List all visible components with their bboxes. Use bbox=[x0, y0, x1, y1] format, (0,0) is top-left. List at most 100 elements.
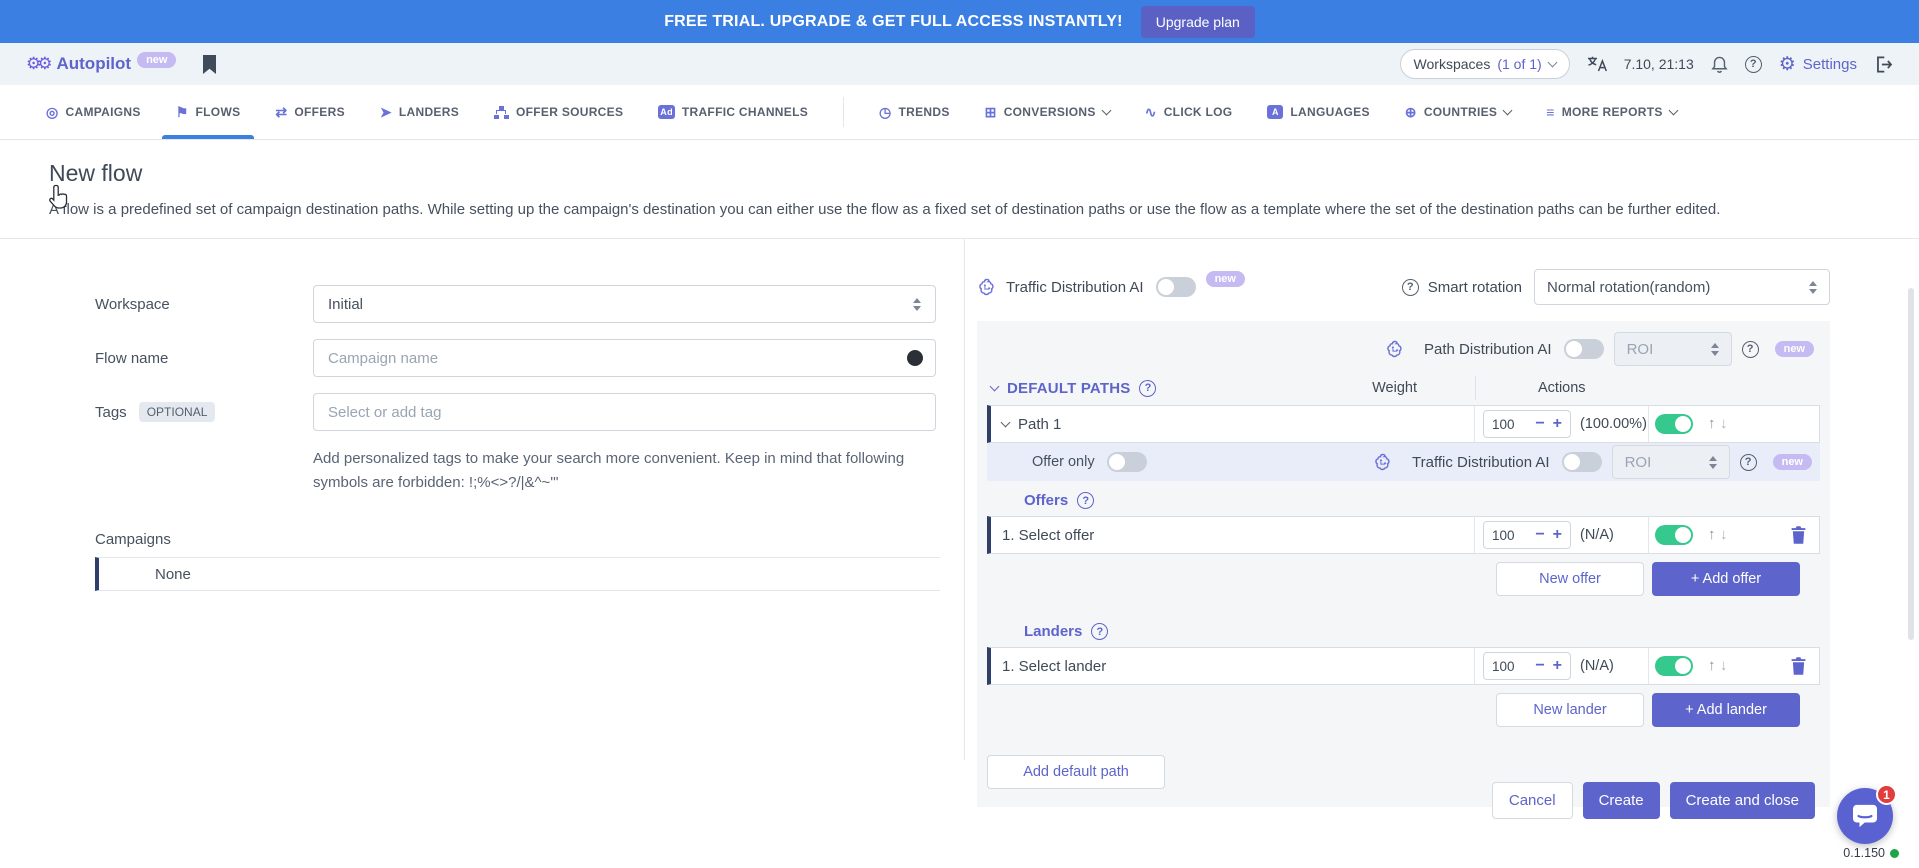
create-button[interactable]: Create bbox=[1583, 782, 1660, 819]
add-lander-button[interactable]: + Add lander bbox=[1652, 693, 1800, 727]
metric-value: ROI bbox=[1625, 454, 1652, 471]
lander-weight-percent: (N/A) bbox=[1580, 658, 1614, 674]
nav-item-countries[interactable]: ⊕ COUNTRIES bbox=[1405, 85, 1511, 139]
select-caret-icon bbox=[1709, 456, 1717, 469]
add-offer-button[interactable]: + Add offer bbox=[1652, 562, 1800, 596]
path-ai-new-badge: new bbox=[1775, 341, 1814, 357]
path-traffic-ai-metric-select[interactable]: ROI bbox=[1612, 445, 1730, 479]
move-up-icon[interactable]: ↑ bbox=[1708, 657, 1716, 674]
nav-item-conversions[interactable]: ⊞ CONVERSIONS bbox=[985, 85, 1110, 139]
offer-weight-stepper[interactable]: 100 − + bbox=[1483, 521, 1571, 549]
workspace-select[interactable]: Initial bbox=[313, 285, 936, 323]
flow-color-dot[interactable] bbox=[907, 350, 923, 366]
move-up-icon[interactable]: ↑ bbox=[1708, 526, 1716, 543]
lander-weight-cell: 100 − + (N/A) bbox=[1474, 648, 1648, 684]
traffic-channels-icon: Ad bbox=[658, 105, 675, 119]
nav-item-click-log[interactable]: ∿ CLICK LOG bbox=[1145, 85, 1233, 139]
offer-buttons-row: New offer + Add offer bbox=[987, 562, 1800, 596]
nav-label: CONVERSIONS bbox=[1004, 105, 1096, 119]
tags-label: Tags bbox=[95, 404, 127, 421]
workspaces-count: (1 of 1) bbox=[1497, 56, 1541, 72]
notifications-bell-icon[interactable] bbox=[1711, 55, 1728, 74]
offer-only-toggle[interactable] bbox=[1107, 452, 1147, 472]
chat-widget-button[interactable]: 1 bbox=[1837, 788, 1893, 844]
offer-only-label: Offer only bbox=[1032, 454, 1095, 470]
move-up-icon[interactable]: ↑ bbox=[1708, 415, 1716, 432]
nav-item-languages[interactable]: A LANGUAGES bbox=[1267, 85, 1369, 139]
chevron-down-icon bbox=[1503, 105, 1513, 115]
cancel-button[interactable]: Cancel bbox=[1492, 782, 1573, 819]
nav-item-flows[interactable]: ⚑ FLOWS bbox=[176, 85, 241, 139]
flow-name-input[interactable] bbox=[328, 350, 921, 367]
app-logo[interactable]: Autopilot bbox=[56, 54, 131, 74]
nav-item-landers[interactable]: ➤ LANDERS bbox=[380, 85, 459, 139]
weight-decrease-button[interactable]: − bbox=[1535, 416, 1544, 432]
workspaces-selector[interactable]: Workspaces (1 of 1) bbox=[1400, 49, 1570, 79]
traffic-ai-toggle[interactable] bbox=[1156, 277, 1196, 297]
settings-label[interactable]: Settings bbox=[1803, 56, 1857, 73]
collapse-chevron-icon[interactable] bbox=[990, 381, 1000, 391]
translate-icon[interactable] bbox=[1587, 56, 1607, 72]
delete-offer-trash-icon[interactable] bbox=[1791, 526, 1806, 544]
nav-item-campaigns[interactable]: ◎ CAMPAIGNS bbox=[46, 85, 141, 139]
nav-item-more-reports[interactable]: ≡ MORE REPORTS bbox=[1546, 85, 1676, 139]
help-icon[interactable]: ? bbox=[1745, 56, 1762, 73]
path-arrows: ↑ ↓ bbox=[1708, 415, 1727, 433]
traffic-ai-help-icon[interactable]: ? bbox=[1740, 454, 1757, 471]
page-description: A flow is a predefined set of campaign d… bbox=[49, 197, 1849, 222]
offer-weight-value[interactable]: 100 bbox=[1492, 528, 1527, 543]
weight-increase-button[interactable]: + bbox=[1553, 658, 1562, 674]
path-traffic-ai-toggle[interactable] bbox=[1562, 452, 1602, 472]
path-row: Path 1 100 − + (100.00%) ↑ bbox=[987, 405, 1820, 443]
delete-lander-trash-icon[interactable] bbox=[1791, 657, 1806, 675]
offers-help-icon[interactable]: ? bbox=[1077, 492, 1094, 509]
app-bar-right: Workspaces (1 of 1) 7.10, 21:13 ? ⚙ Sett… bbox=[1400, 49, 1893, 79]
default-paths-help-icon[interactable]: ? bbox=[1139, 380, 1156, 397]
weight-increase-button[interactable]: + bbox=[1553, 527, 1562, 543]
nav-item-offer-sources[interactable]: OFFER SOURCES bbox=[494, 85, 623, 139]
path-collapse-chevron-icon[interactable] bbox=[1001, 417, 1011, 427]
move-down-icon[interactable]: ↓ bbox=[1720, 526, 1728, 543]
upgrade-plan-button[interactable]: Upgrade plan bbox=[1141, 6, 1255, 38]
nav-item-trends[interactable]: ◷ TRENDS bbox=[879, 85, 950, 139]
smart-rotation-select[interactable]: Normal rotation(random) bbox=[1534, 269, 1830, 305]
move-down-icon[interactable]: ↓ bbox=[1720, 415, 1728, 432]
new-offer-button[interactable]: New offer bbox=[1496, 562, 1644, 596]
weight-decrease-button[interactable]: − bbox=[1535, 658, 1544, 674]
offer-name-cell[interactable]: 1. Select offer bbox=[991, 517, 1474, 553]
weight-increase-button[interactable]: + bbox=[1553, 416, 1562, 432]
lander-weight-value[interactable]: 100 bbox=[1492, 659, 1527, 674]
lander-enabled-toggle[interactable] bbox=[1655, 656, 1693, 676]
landers-help-icon[interactable]: ? bbox=[1091, 623, 1108, 640]
offer-enabled-toggle[interactable] bbox=[1655, 525, 1693, 545]
weight-decrease-button[interactable]: − bbox=[1535, 527, 1544, 543]
path-ai-help-icon[interactable]: ? bbox=[1742, 341, 1759, 358]
nav-item-traffic-channels[interactable]: Ad TRAFFIC CHANNELS bbox=[658, 85, 808, 139]
path-weight-stepper[interactable]: 100 − + bbox=[1483, 410, 1571, 438]
nav-item-offers[interactable]: ⇄ OFFERS bbox=[275, 85, 345, 139]
path-enabled-toggle[interactable] bbox=[1655, 414, 1693, 434]
settings-gear-icon[interactable]: ⚙ bbox=[1779, 53, 1796, 76]
lander-name-cell[interactable]: 1. Select lander bbox=[991, 648, 1474, 684]
create-and-close-button[interactable]: Create and close bbox=[1670, 782, 1815, 819]
page-title: New flow bbox=[49, 160, 1919, 187]
logout-icon[interactable] bbox=[1874, 55, 1893, 74]
tags-input[interactable] bbox=[328, 404, 921, 421]
path-ai-metric-select[interactable]: ROI bbox=[1614, 332, 1732, 366]
smart-rotation-help-icon[interactable]: ? bbox=[1402, 279, 1419, 296]
scrollbar[interactable] bbox=[1908, 288, 1914, 640]
chevron-down-icon bbox=[1101, 105, 1111, 115]
lander-weight-stepper[interactable]: 100 − + bbox=[1483, 652, 1571, 680]
lander-name: 1. Select lander bbox=[1002, 658, 1106, 675]
workspace-value: Initial bbox=[328, 296, 363, 313]
move-down-icon[interactable]: ↓ bbox=[1720, 657, 1728, 674]
app-bar-left: ⚙⚙ Autopilot new bbox=[26, 54, 217, 74]
new-lander-button[interactable]: New lander bbox=[1496, 693, 1644, 727]
add-default-path-button[interactable]: Add default path bbox=[987, 755, 1165, 789]
trial-banner: FREE TRIAL. UPGRADE & GET FULL ACCESS IN… bbox=[0, 0, 1919, 43]
path-ai-toggle[interactable] bbox=[1564, 339, 1604, 359]
path-weight-cell: 100 − + (100.00%) bbox=[1474, 406, 1648, 442]
bookmark-icon[interactable] bbox=[202, 55, 217, 74]
chat-icon bbox=[1852, 804, 1878, 828]
path-weight-value[interactable]: 100 bbox=[1492, 417, 1527, 432]
